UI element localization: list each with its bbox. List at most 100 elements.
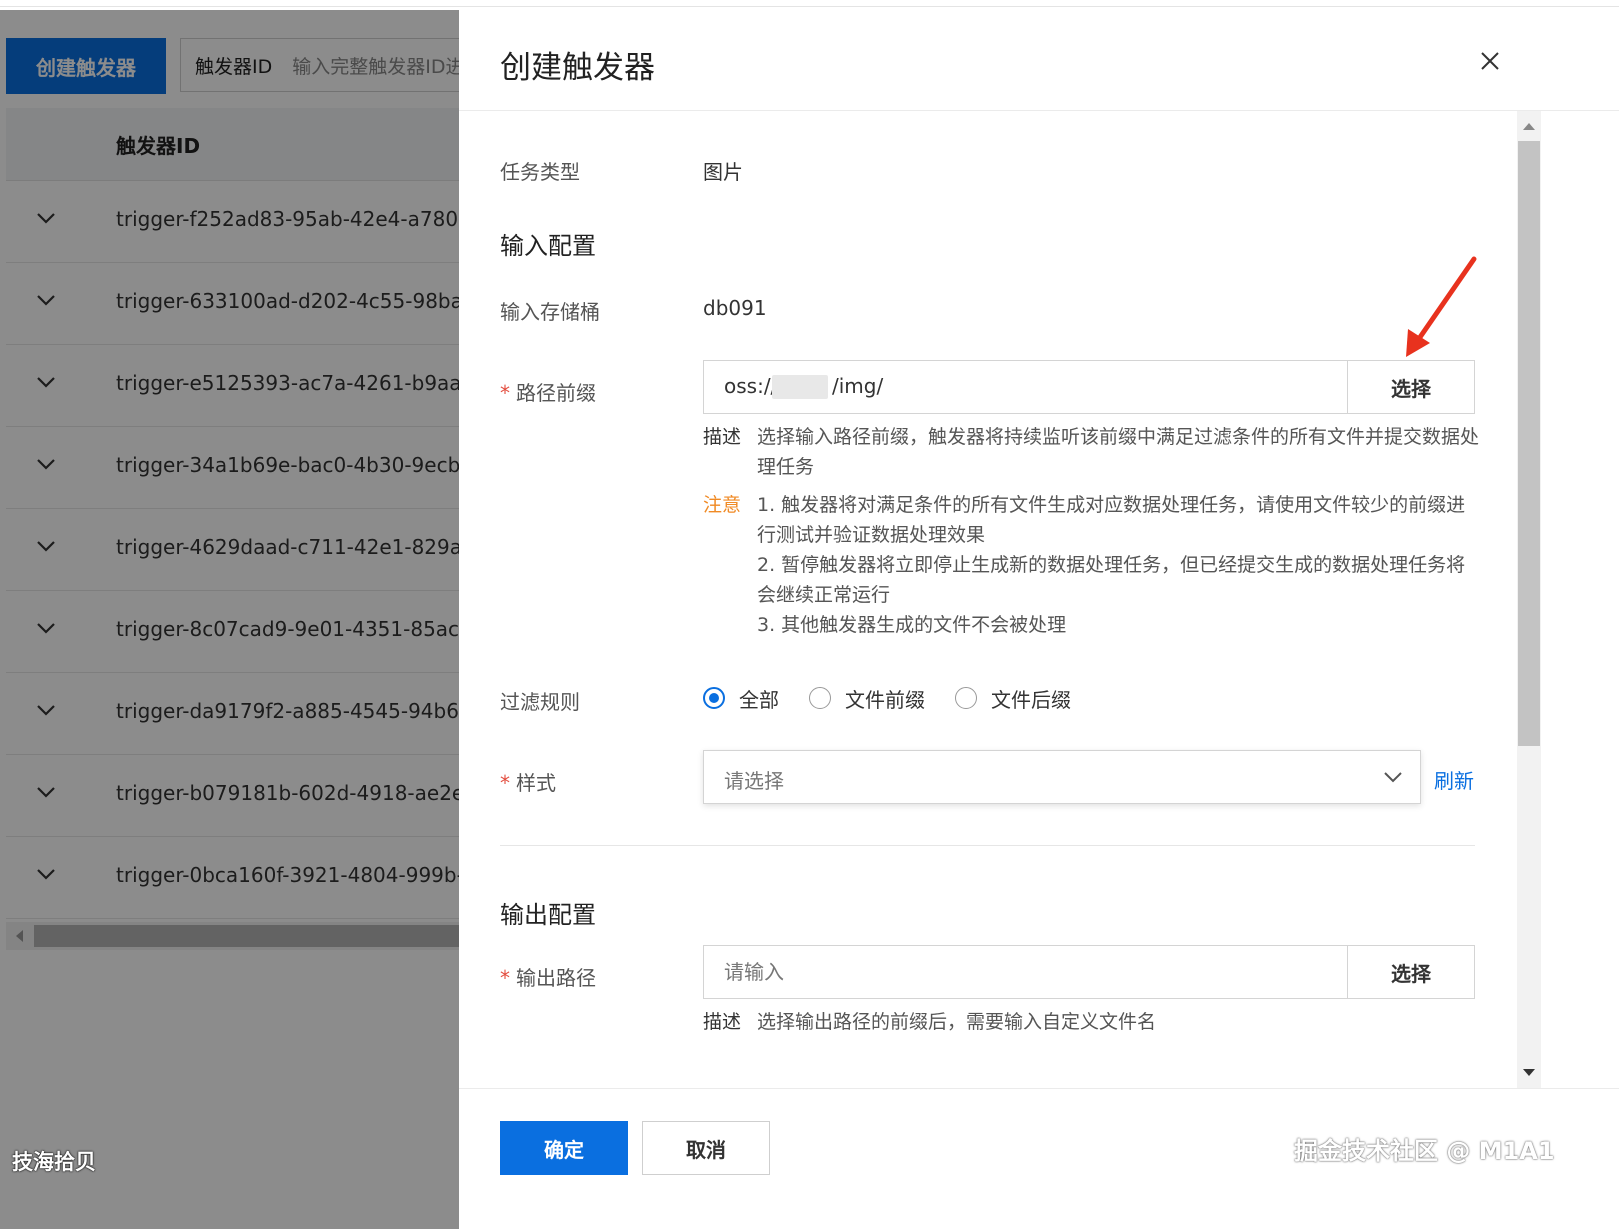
table-row[interactable]: trigger-34a1b69e-bac0-4b30-9ecb-...: [6, 427, 476, 509]
required-mark: *: [500, 771, 510, 795]
create-trigger-drawer: 创建触发器 任务类型 图片 输入配置 输入存储桶 db091 * 路径前缀 oss…: [459, 10, 1619, 1230]
note-tag: 注意: [703, 494, 742, 516]
trigger-id-cell: trigger-34a1b69e-bac0-4b30-9ecb-...: [116, 453, 476, 477]
scroll-left-icon[interactable]: [16, 930, 23, 942]
required-mark: *: [500, 966, 510, 990]
path-prefix-input[interactable]: oss:// /img/: [724, 374, 883, 398]
table-header: 触发器ID: [6, 108, 476, 181]
scrollbar-thumb[interactable]: [1518, 141, 1540, 746]
chevron-down-icon[interactable]: [36, 703, 56, 717]
trigger-id-cell: trigger-f252ad83-95ab-42e4-a780-...: [116, 207, 476, 231]
filter-option-suffix[interactable]: 文件后缀: [955, 684, 1071, 713]
style-select[interactable]: 请选择: [703, 750, 1421, 804]
input-bucket-value: db091: [703, 296, 767, 320]
annotation-arrow-icon: [1406, 256, 1477, 357]
radio-selected-icon[interactable]: [703, 687, 725, 709]
trigger-id-cell: trigger-0bca160f-3921-4804-999b-...: [116, 863, 476, 887]
top-divider: [0, 6, 1619, 7]
style-select-placeholder: 请选择: [724, 769, 784, 793]
scroll-up-icon[interactable]: [1523, 123, 1535, 130]
note-3: 3. 其他触发器生成的文件不会被处理: [757, 614, 1067, 636]
input-config-title: 输入配置: [500, 232, 596, 260]
filter-option-prefix[interactable]: 文件前缀: [809, 684, 925, 713]
section-divider: [500, 845, 1475, 846]
note-2: 2. 暂停触发器将立即停止生成新的数据处理任务，但已经提交生成的数据处理任务将会…: [757, 554, 1466, 606]
output-path-description-text: 选择输出路径的前缀后，需要输入自定义文件名: [757, 1011, 1157, 1033]
trigger-list-page: 创建触发器 触发器ID 输入完整触发器ID进 触发器ID trigger-f25…: [6, 10, 476, 1229]
input-bucket-label: 输入存储桶: [500, 300, 600, 324]
trigger-id-cell: trigger-b079181b-602d-4918-ae2e-...: [116, 781, 476, 805]
watermark-right: 掘金技术社区 @ M1A1: [1294, 1137, 1555, 1165]
chevron-down-icon[interactable]: [36, 457, 56, 471]
path-prefix-suffix: /img/: [832, 374, 884, 398]
output-path-select-button[interactable]: 选择: [1347, 946, 1474, 998]
drawer-body: 任务类型 图片 输入配置 输入存储桶 db091 * 路径前缀 oss:// /i…: [459, 111, 1619, 1088]
path-prefix-scheme: oss://: [724, 374, 778, 398]
chevron-down-icon[interactable]: [36, 539, 56, 553]
trigger-id-filter[interactable]: 触发器ID 输入完整触发器ID进: [180, 38, 476, 92]
required-mark: *: [500, 381, 510, 405]
task-type-value: 图片: [703, 160, 743, 184]
path-prefix-input-group: oss:// /img/ 选择: [703, 360, 1475, 414]
vertical-scrollbar[interactable]: [1517, 111, 1541, 1088]
drawer-footer: 确定 取消 掘金技术社区 @ M1A1: [459, 1088, 1619, 1230]
horizontal-scrollbar[interactable]: [6, 922, 476, 950]
confirm-button[interactable]: 确定: [500, 1121, 628, 1175]
drawer-header: 创建触发器: [459, 10, 1619, 111]
table-row[interactable]: trigger-4629daad-c711-42e1-829a-...: [6, 509, 476, 591]
chevron-down-icon[interactable]: [36, 785, 56, 799]
output-path-input[interactable]: [704, 946, 1347, 998]
redacted-bucket-name: [772, 375, 828, 399]
cancel-button[interactable]: 取消: [642, 1121, 770, 1175]
filter-option-all-label: 全部: [739, 687, 779, 712]
description-tag: 描述: [703, 426, 742, 448]
filter-rule-label: 过滤规则: [500, 690, 580, 714]
path-prefix-label-text: 路径前缀: [516, 381, 596, 405]
close-icon[interactable]: [1475, 46, 1505, 76]
trigger-id-cell: trigger-e5125393-ac7a-4261-b9aa-...: [116, 371, 476, 395]
filter-option-suffix-label: 文件后缀: [991, 687, 1071, 712]
radio-icon[interactable]: [809, 687, 831, 709]
radio-icon[interactable]: [955, 687, 977, 709]
chevron-down-icon: [1384, 772, 1402, 783]
chevron-down-icon[interactable]: [36, 375, 56, 389]
watermark-left: 技海拾贝: [12, 1150, 96, 1174]
description-tag: 描述: [703, 1011, 742, 1033]
note-1: 1. 触发器将对满足条件的所有文件生成对应数据处理任务，请使用文件较少的前缀进行…: [757, 494, 1466, 546]
path-prefix-select-button[interactable]: 选择: [1347, 361, 1474, 413]
table-row[interactable]: trigger-da9179f2-a885-4545-94b6-...: [6, 673, 476, 755]
style-label: * 样式: [500, 767, 556, 796]
path-prefix-notes: 注意 1. 触发器将对满足条件的所有文件生成对应数据处理任务，请使用文件较少的前…: [703, 490, 1483, 640]
output-path-input-group: 选择: [703, 945, 1475, 999]
create-trigger-button[interactable]: 创建触发器: [6, 38, 166, 94]
top-strip: [0, 0, 1619, 10]
table-row[interactable]: trigger-633100ad-d202-4c55-98ba-...: [6, 263, 476, 345]
filter-option-prefix-label: 文件前缀: [845, 687, 925, 712]
refresh-link[interactable]: 刷新: [1434, 765, 1474, 794]
chevron-down-icon[interactable]: [36, 867, 56, 881]
trigger-id-cell: trigger-4629daad-c711-42e1-829a-...: [116, 535, 476, 559]
style-label-text: 样式: [516, 771, 556, 795]
filter-option-all[interactable]: 全部: [703, 684, 779, 713]
path-prefix-label: * 路径前缀: [500, 377, 596, 406]
table-row[interactable]: trigger-b079181b-602d-4918-ae2e-...: [6, 755, 476, 837]
chevron-down-icon[interactable]: [36, 293, 56, 307]
trigger-id-filter-label: 触发器ID: [195, 55, 273, 78]
trigger-id-cell: trigger-633100ad-d202-4c55-98ba-...: [116, 289, 476, 313]
output-path-description: 描述 选择输出路径的前缀后，需要输入自定义文件名: [703, 1007, 1483, 1037]
table-row[interactable]: trigger-0bca160f-3921-4804-999b-...: [6, 837, 476, 919]
scroll-down-icon[interactable]: [1523, 1069, 1535, 1076]
output-config-title: 输出配置: [500, 901, 596, 929]
table-row[interactable]: trigger-8c07cad9-9e01-4351-85ac-...: [6, 591, 476, 673]
scrollbar-thumb[interactable]: [34, 925, 474, 947]
chevron-down-icon[interactable]: [36, 211, 56, 225]
trigger-id-filter-placeholder: 输入完整触发器ID进: [292, 55, 465, 78]
path-prefix-description-text: 选择输入路径前缀，触发器将持续监听该前缀中满足过滤条件的所有文件并提交数据处理任…: [757, 426, 1480, 478]
drawer-title: 创建触发器: [500, 50, 655, 86]
table-row[interactable]: trigger-f252ad83-95ab-42e4-a780-...: [6, 181, 476, 263]
path-prefix-description: 描述 选择输入路径前缀，触发器将持续监听该前缀中满足过滤条件的所有文件并提交数据…: [703, 422, 1483, 482]
chevron-down-icon[interactable]: [36, 621, 56, 635]
table-row[interactable]: trigger-e5125393-ac7a-4261-b9aa-...: [6, 345, 476, 427]
filter-rule-radio-group: 全部 文件前缀 文件后缀: [703, 683, 1101, 713]
task-type-label: 任务类型: [500, 160, 580, 184]
